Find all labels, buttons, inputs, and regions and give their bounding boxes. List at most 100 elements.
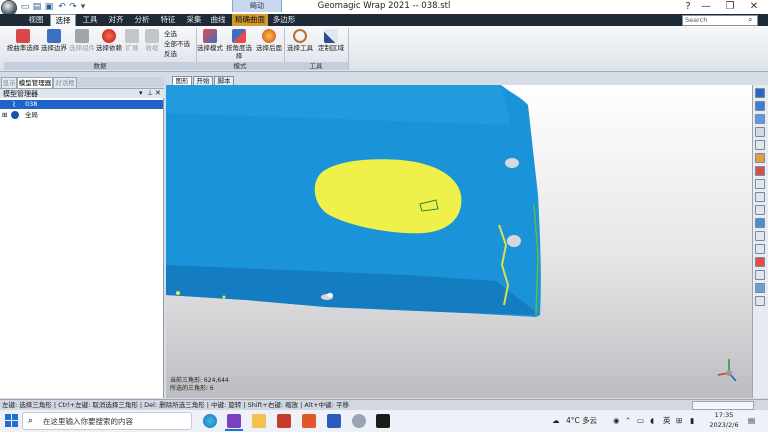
section-icon[interactable] [755, 270, 765, 280]
select-component-button[interactable]: 选择组件 [68, 29, 96, 52]
color-icon[interactable] [755, 257, 765, 267]
view-top-icon[interactable] [755, 114, 765, 124]
reset-view-icon[interactable] [755, 166, 765, 176]
weather-text[interactable]: 4°C 多云 [566, 412, 597, 430]
group-caption-data: 数据 [4, 62, 196, 70]
3d-viewport[interactable] [166, 85, 752, 398]
tab-view[interactable]: 视图 [24, 14, 48, 26]
tree-item-038[interactable]: ⌇ 038 [0, 100, 163, 109]
word-icon[interactable] [327, 414, 341, 428]
cube-select-icon [16, 29, 30, 43]
keyboard-icon[interactable]: ⊞ [676, 412, 682, 430]
panel-close-icon[interactable]: ✕ [155, 88, 161, 98]
tab-exact-surfacing[interactable]: 精确曲面 [232, 14, 268, 26]
view-front-icon[interactable] [755, 101, 765, 111]
display-icon[interactable] [755, 283, 765, 293]
network-icon[interactable]: ▭ [637, 412, 644, 430]
panel-menu-icon[interactable]: ▾ [139, 88, 143, 98]
model-tree [0, 98, 164, 398]
edge-icon[interactable] [203, 414, 217, 428]
select-by-curvature-button[interactable]: 按曲率选择 [6, 29, 40, 52]
tab-capture[interactable]: 采集 [182, 14, 206, 26]
tree-item-global[interactable]: ⊞ 全局 [0, 110, 163, 120]
wechat-icon[interactable]: ◉ [613, 412, 620, 430]
capcut-icon[interactable] [376, 414, 390, 428]
weather-icon[interactable]: ☁ [552, 412, 560, 430]
select-dependency-button[interactable]: 选择依赖 [96, 29, 122, 52]
zoom-icon[interactable] [755, 140, 765, 150]
viewport-status-text: 当前三角形: 624,644 所选的三角形: 6 [170, 377, 229, 392]
select-by-angle-button[interactable]: 按角度选择 [223, 29, 255, 60]
select-none-button[interactable]: 全部不选 [164, 40, 190, 48]
notification-icon[interactable]: ▤ [748, 412, 755, 430]
dx-app-icon[interactable] [277, 414, 291, 428]
angle-select-icon [232, 29, 246, 43]
shrink-icon [145, 29, 159, 43]
select-boundary-button[interactable]: 选择边界 [40, 29, 68, 52]
tab-features[interactable]: 特征 [156, 14, 180, 26]
maximize-button[interactable]: ❐ [718, 0, 742, 14]
fit-view-icon[interactable] [755, 153, 765, 163]
tab-curves[interactable]: 曲线 [206, 14, 230, 26]
lasso-icon [293, 29, 307, 43]
close-button[interactable]: ✕ [742, 0, 766, 14]
battery-icon[interactable]: ▮ [690, 412, 694, 430]
component-icon [75, 29, 89, 43]
clip-icon[interactable] [755, 296, 765, 306]
select-backfaces-button[interactable]: 选择后面 [255, 29, 283, 52]
lighting-icon[interactable] [755, 244, 765, 254]
selection-mode-button[interactable]: 选择模式 [197, 29, 223, 52]
mesh-hole [327, 293, 333, 297]
minimize-button[interactable]: — [694, 0, 718, 14]
selection-mode-icon [203, 29, 217, 43]
tab-analysis[interactable]: 分析 [130, 14, 154, 26]
group-caption-mode: 模式 [196, 62, 284, 70]
expand-plus-icon[interactable]: ⊞ [2, 110, 7, 120]
window-title: Geomagic Wrap 2021 -- 038.stl [317, 1, 451, 11]
select-all-button[interactable]: 全选 [164, 30, 177, 38]
expand-icon [125, 29, 139, 43]
globe-icon [11, 111, 19, 119]
view-cube-icon[interactable] [755, 88, 765, 98]
tab-tools[interactable]: 工具 [78, 14, 102, 26]
wps-icon[interactable] [302, 414, 316, 428]
tray-chevron-icon[interactable]: ⌃ [625, 412, 631, 430]
file-explorer-icon[interactable] [252, 414, 266, 428]
taskbar-clock[interactable]: 17:35 2023/2/6 [706, 410, 742, 430]
mesh-object-icon: ⌇ [12, 100, 16, 109]
tab-align[interactable]: 对齐 [104, 14, 128, 26]
search-icon[interactable]: ⌕ [748, 15, 752, 25]
boundary-cube-icon [47, 29, 61, 43]
volume-icon[interactable]: ◖ [650, 412, 654, 430]
status-bar: 左键: 选择三角形 | Ctrl+左键: 取消选择三角形 | Del: 删除所选… [0, 399, 768, 410]
invert-selection-button[interactable]: 反选 [164, 50, 177, 58]
pan-icon[interactable] [755, 192, 765, 202]
status-progress [692, 401, 754, 410]
mesh-model[interactable] [166, 85, 752, 398]
windows-start-icon[interactable] [5, 414, 18, 427]
shrink-button[interactable]: 收缩 [142, 29, 162, 52]
ribbon-search-input[interactable]: Search [682, 15, 758, 26]
search-icon: ⌕ [28, 416, 34, 426]
mesh-hole [505, 158, 519, 168]
cursor-region-icon [324, 29, 338, 43]
custom-region-button[interactable]: 定制区域 [316, 29, 346, 52]
dependency-ball-icon [102, 29, 116, 43]
onenote-icon[interactable] [227, 414, 241, 428]
geomagic-taskbar-icon[interactable] [352, 414, 366, 428]
axis-triad-icon [717, 359, 737, 382]
tab-polygons[interactable]: 多边形 [270, 14, 298, 26]
view-iso-icon[interactable] [755, 127, 765, 137]
shading-icon[interactable] [755, 218, 765, 228]
wireframe-icon[interactable] [755, 231, 765, 241]
pin-icon[interactable]: ⊥ [147, 88, 153, 98]
selection-tools-button[interactable]: 选择工具 [286, 29, 314, 52]
rotate-icon[interactable] [755, 179, 765, 189]
expand-button[interactable]: 扩展 [122, 29, 142, 52]
perspective-icon[interactable] [755, 205, 765, 215]
backface-icon [262, 29, 276, 43]
ime-indicator[interactable]: 英 [663, 412, 671, 430]
taskbar-search-input[interactable]: 在这里输入你要搜索的内容 [22, 412, 192, 430]
group-caption-tools: 工具 [284, 62, 348, 70]
mesh-hole [507, 235, 521, 247]
